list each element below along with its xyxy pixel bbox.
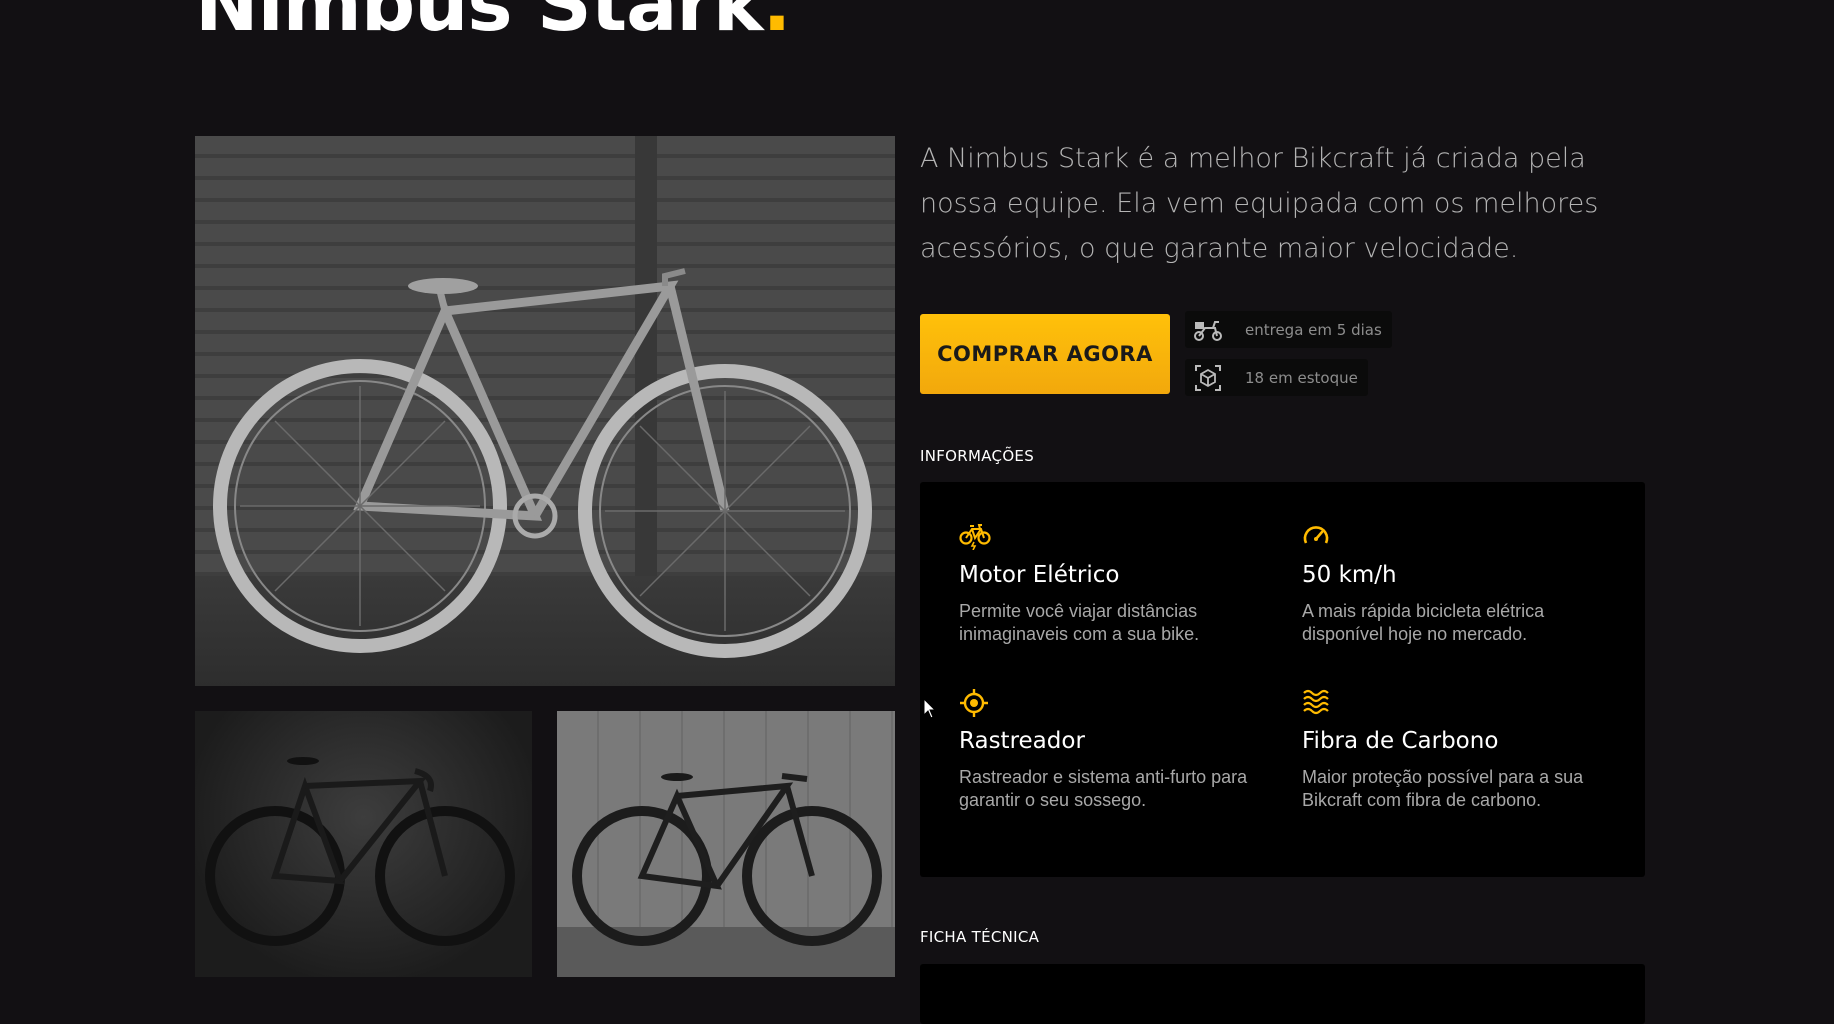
bike-photo-main[interactable] (195, 136, 895, 686)
feature-text: A mais rápida bicicleta elétrica disponí… (1302, 601, 1545, 644)
delivery-tag: entrega em 5 dias (1185, 311, 1392, 348)
bike-photo-thumb-1[interactable] (195, 711, 532, 977)
delivery-text: entrega em 5 dias (1245, 320, 1382, 339)
specs-section-label: FICHA TÉCNICA (920, 928, 1040, 946)
feature-carbon-fiber: Fibra de Carbono Maior proteção possível… (1302, 688, 1592, 812)
specs-panel (920, 964, 1645, 1024)
feature-text: Permite você viajar distâncias inimagina… (959, 601, 1200, 644)
info-section-label: INFORMAÇÕES (920, 447, 1035, 465)
bike-photo-thumb-2[interactable] (557, 711, 895, 977)
feature-speed: 50 km/h A mais rápida bicicleta elétrica… (1302, 522, 1592, 646)
product-title: Nimbus Stark. (195, 0, 791, 49)
feature-electric-motor: Motor Elétrico Permite você viajar distâ… (959, 522, 1249, 646)
speedometer-icon (1302, 522, 1334, 554)
feature-title: Motor Elétrico (959, 562, 1120, 588)
stock-text: 18 em estoque (1245, 368, 1358, 387)
delivery-scooter-icon (1193, 316, 1223, 344)
stock-tag: 18 em estoque (1185, 359, 1368, 396)
electric-bike-icon (959, 522, 991, 554)
info-panel: Motor Elétrico Permite você viajar distâ… (920, 482, 1645, 877)
buy-now-button[interactable]: COMPRAR AGORA (920, 314, 1170, 394)
feature-title: Rastreador (959, 728, 1085, 754)
feature-text: Rastreador e sistema anti-furto para gar… (959, 767, 1248, 810)
feature-tracker: Rastreador Rastreador e sistema anti-fur… (959, 688, 1249, 812)
title-accent-dot: . (762, 0, 791, 48)
feature-title: Fibra de Carbono (1302, 728, 1499, 754)
target-tracker-icon (959, 688, 991, 720)
feature-text: Maior proteção possível para a sua Bikcr… (1302, 767, 1584, 810)
product-name: Nimbus Stark (195, 0, 763, 48)
feature-title: 50 km/h (1302, 562, 1397, 588)
waves-fiber-icon (1302, 688, 1334, 720)
bicycle-illustration-thumb-1 (205, 757, 515, 946)
mouse-cursor-icon (923, 698, 937, 719)
bicycle-illustration-thumb-2 (572, 773, 882, 946)
bicycle-illustration-main (213, 268, 872, 658)
product-description: A Nimbus Stark é a melhor Bikcraft já cr… (920, 143, 1599, 264)
package-box-icon (1193, 364, 1223, 392)
